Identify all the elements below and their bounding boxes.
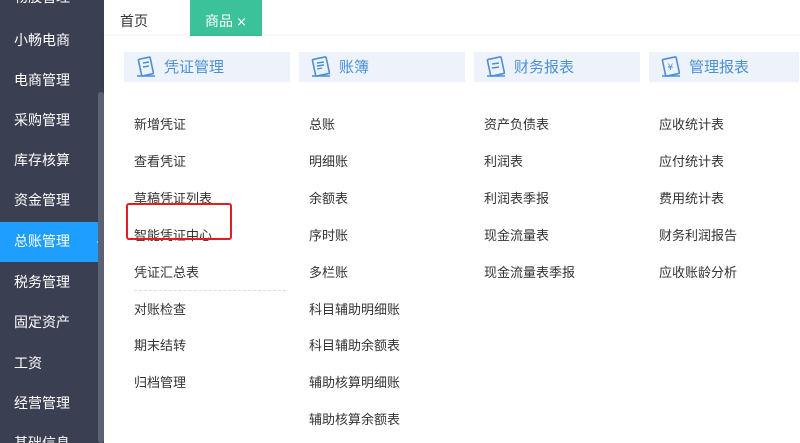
menu-item-expense-stats[interactable]: 费用统计表 bbox=[659, 191, 724, 209]
menu-item-view-voucher[interactable]: 查看凭证 bbox=[134, 154, 186, 172]
menu-panel: 凭证管理 新增凭证 查看凭证 草稿凭证列表 智能凭证中心 凭证汇总表 对账检查 … bbox=[104, 36, 800, 443]
menu-item-period-end-closing[interactable]: 期末结转 bbox=[134, 338, 186, 356]
close-icon[interactable]: × bbox=[236, 15, 247, 30]
tab-home[interactable]: 首页 bbox=[120, 0, 148, 36]
column-title: 财务报表 bbox=[514, 58, 575, 76]
menu-item-cash-flow-quarterly[interactable]: 现金流量表季报 bbox=[484, 265, 575, 283]
column-title: 账簿 bbox=[339, 58, 370, 76]
column-header: 凭证管理 bbox=[124, 52, 290, 82]
menu-item-receivable-stats[interactable]: 应收统计表 bbox=[659, 117, 724, 135]
menu-item-general-ledger[interactable]: 总账 bbox=[309, 117, 335, 135]
column-divider bbox=[134, 290, 286, 291]
column-header: 账簿 bbox=[299, 52, 465, 82]
sidebar-item-purchase[interactable]: 采购管理 bbox=[0, 101, 104, 141]
sidebar-item-top[interactable]: 物股管理 bbox=[0, 0, 104, 18]
column-header: ¥ 管理报表 bbox=[649, 52, 799, 82]
ledger-icon bbox=[311, 56, 331, 77]
menu-item-new-voucher[interactable]: 新增凭证 bbox=[134, 117, 186, 135]
sidebar-item-basic-info[interactable]: 基础信息 bbox=[0, 424, 104, 443]
menu-item-multi-column-ledger[interactable]: 多栏账 bbox=[309, 265, 348, 283]
column-financial-report: 财务报表 资产负债表 利润表 利润表季报 现金流量表 现金流量表季报 bbox=[474, 52, 640, 352]
menu-item-cash-flow[interactable]: 现金流量表 bbox=[484, 228, 549, 246]
sidebar: 物股管理 小畅电商 电商管理 采购管理 库存核算 资金管理 总账管理 税务管理 … bbox=[0, 0, 104, 443]
menu-item-receivable-aging[interactable]: 应收账龄分析 bbox=[659, 265, 737, 283]
menu-item-chronological-ledger[interactable]: 序时账 bbox=[309, 228, 348, 246]
menu-item-payable-stats[interactable]: 应付统计表 bbox=[659, 154, 724, 172]
sidebar-item-inventory[interactable]: 库存核算 bbox=[0, 141, 104, 181]
sidebar-item-funds[interactable]: 资金管理 bbox=[0, 181, 104, 221]
sidebar-item-xiaochang-ecommerce[interactable]: 小畅电商 bbox=[0, 21, 104, 61]
menu-item-balance-sheet-report[interactable]: 资产负债表 bbox=[484, 117, 549, 135]
svg-text:¥: ¥ bbox=[668, 63, 674, 73]
sidebar-item-general-ledger[interactable]: 总账管理 bbox=[0, 222, 104, 262]
tab-home-label: 首页 bbox=[120, 14, 148, 30]
menu-item-detail-ledger[interactable]: 明细账 bbox=[309, 154, 348, 172]
menu-item-archive-management[interactable]: 归档管理 bbox=[134, 375, 186, 393]
column-title: 凭证管理 bbox=[164, 58, 225, 76]
sidebar-item-salary[interactable]: 工资 bbox=[0, 344, 104, 384]
tab-goods[interactable]: 商品 × bbox=[190, 0, 262, 36]
tab-bar: 首页 商品 × bbox=[104, 0, 800, 37]
column-ledger: 账簿 总账 明细账 余额表 序时账 多栏账 科目辅助明细账 科目辅助余额表 辅助… bbox=[299, 52, 465, 442]
management-report-icon: ¥ bbox=[661, 56, 681, 77]
menu-item-aux-accounting-detail[interactable]: 辅助核算明细账 bbox=[309, 375, 400, 393]
menu-item-subject-aux-detail[interactable]: 科目辅助明细账 bbox=[309, 302, 400, 320]
menu-item-aux-accounting-balance[interactable]: 辅助核算余额表 bbox=[309, 412, 400, 430]
tab-goods-label: 商品 bbox=[205, 14, 234, 30]
sidebar-item-operations[interactable]: 经营管理 bbox=[0, 384, 104, 424]
column-title: 管理报表 bbox=[689, 58, 750, 76]
highlight-box bbox=[126, 203, 232, 240]
menu-item-financial-profit-report[interactable]: 财务利润报告 bbox=[659, 228, 737, 246]
column-management-report: ¥ 管理报表 应收统计表 应付统计表 费用统计表 财务利润报告 应收账龄分析 bbox=[649, 52, 800, 352]
menu-item-income-statement-quarterly[interactable]: 利润表季报 bbox=[484, 191, 549, 209]
sidebar-item-fixed-assets[interactable]: 固定资产 bbox=[0, 303, 104, 343]
column-header: 财务报表 bbox=[474, 52, 640, 82]
menu-item-reconciliation-check[interactable]: 对账检查 bbox=[134, 302, 186, 320]
report-icon bbox=[486, 56, 506, 77]
sidebar-item-tax[interactable]: 税务管理 bbox=[0, 263, 104, 303]
column-voucher: 凭证管理 新增凭证 查看凭证 草稿凭证列表 智能凭证中心 凭证汇总表 对账检查 … bbox=[124, 52, 290, 442]
menu-item-subject-aux-balance[interactable]: 科目辅助余额表 bbox=[309, 338, 400, 356]
sidebar-item-ecommerce[interactable]: 电商管理 bbox=[0, 61, 104, 101]
menu-item-voucher-summary[interactable]: 凭证汇总表 bbox=[134, 265, 199, 283]
voucher-icon bbox=[137, 56, 155, 77]
menu-item-income-statement[interactable]: 利润表 bbox=[484, 154, 523, 172]
menu-item-balance-sheet[interactable]: 余额表 bbox=[309, 191, 348, 209]
